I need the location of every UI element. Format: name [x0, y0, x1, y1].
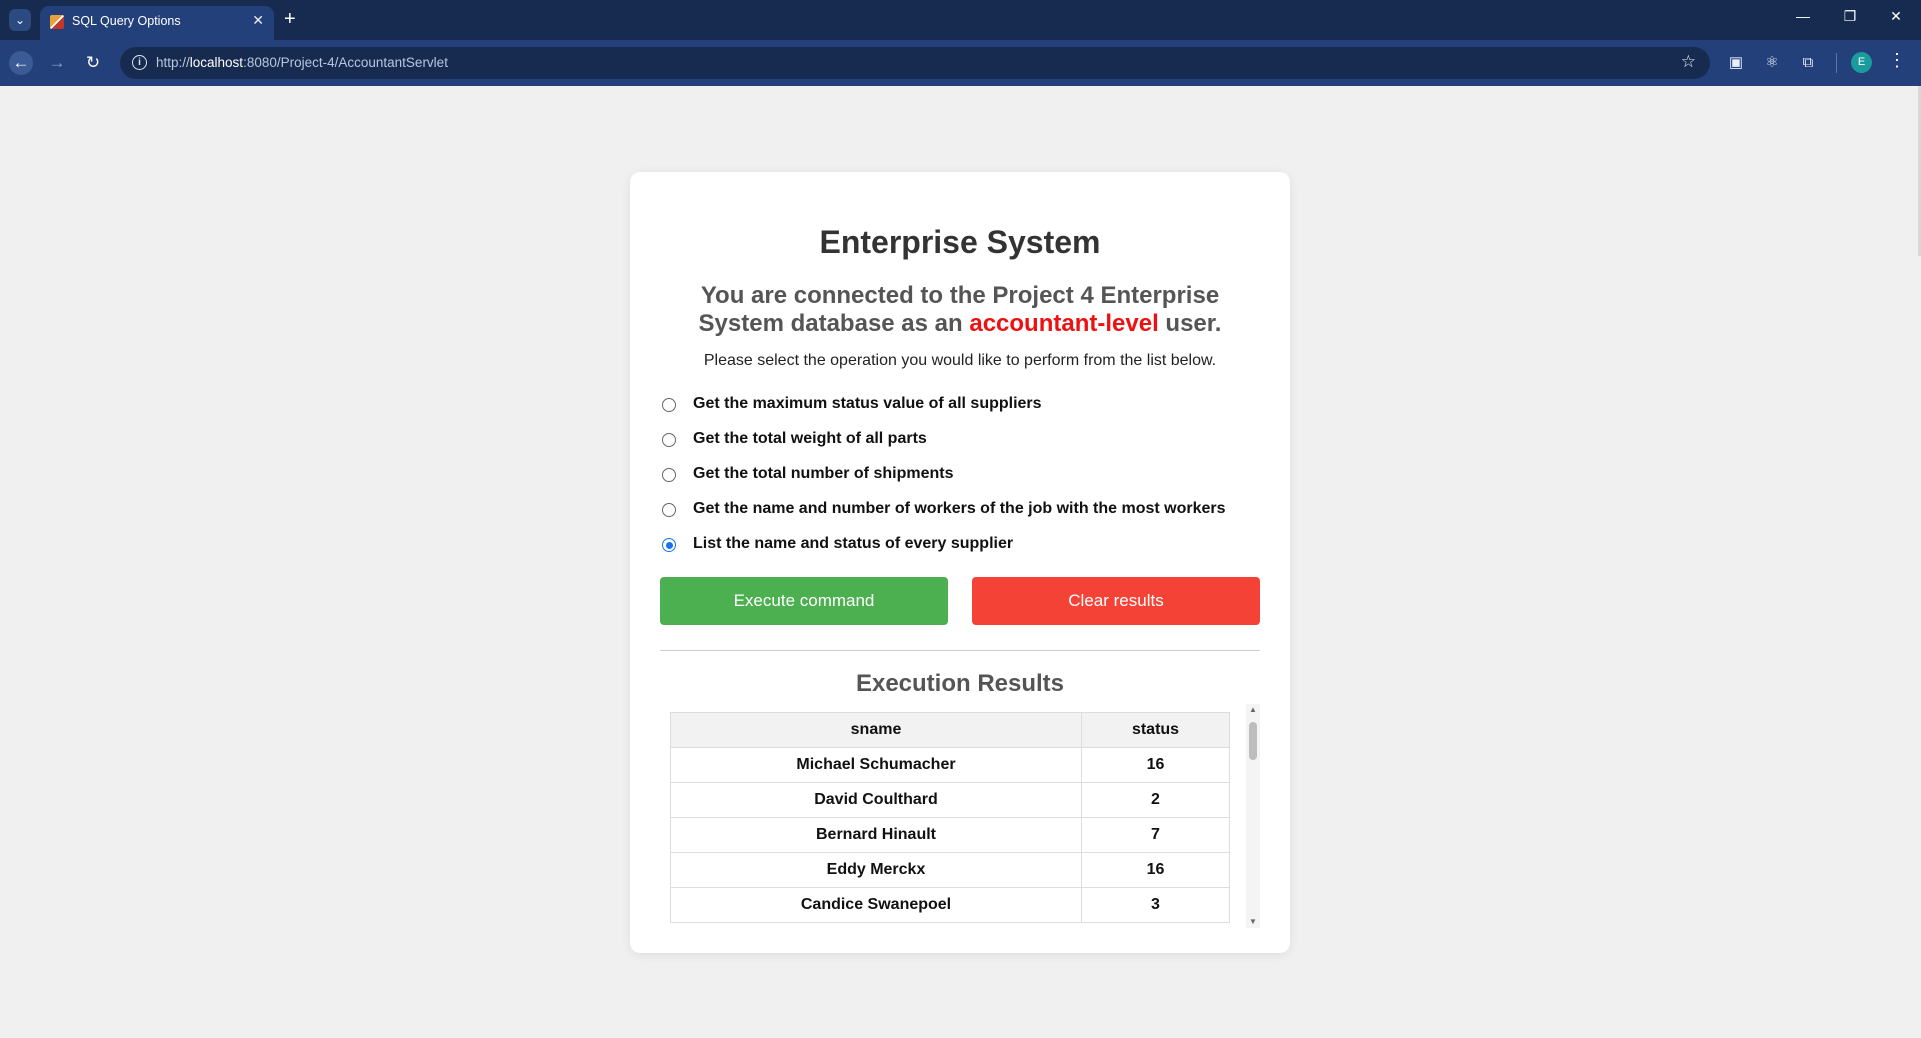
tab-active[interactable]: SQL Query Options ✕ — [40, 6, 274, 40]
page-title: Enterprise System — [819, 224, 1101, 260]
table-row: Candice Swanepoel 3 — [670, 887, 1230, 923]
results-scrollbar[interactable]: ▲ ▼ — [1246, 704, 1260, 928]
radio-button[interactable] — [662, 398, 676, 412]
results-table-container[interactable]: sname status Michael Schumacher 16 David… — [670, 712, 1230, 927]
toolbar-divider — [1836, 53, 1837, 73]
tab-search-icon[interactable]: ⌄ — [9, 9, 31, 31]
cell-status: 3 — [1081, 887, 1230, 923]
option-label[interactable]: Get the maximum status value of all supp… — [693, 395, 1042, 413]
browser-menu-icon[interactable]: ⋮ — [1888, 50, 1906, 71]
execute-command-button[interactable]: Execute command — [660, 577, 948, 625]
divider — [660, 650, 1260, 651]
table-row: Michael Schumacher 16 — [670, 747, 1230, 783]
instructions: Please select the operation you would li… — [703, 352, 1217, 369]
close-window-icon[interactable]: ✕ — [1884, 8, 1908, 25]
reload-icon[interactable]: ↻ — [81, 51, 105, 75]
table-row: David Coulthard 2 — [670, 782, 1230, 818]
tab-title: SQL Query Options — [72, 14, 181, 28]
cell-status: 16 — [1081, 852, 1230, 888]
option-total-shipments[interactable]: Get the total number of shipments — [662, 464, 1282, 488]
scroll-up-arrow-icon[interactable]: ▲ — [1246, 704, 1260, 716]
profile-avatar[interactable]: E — [1851, 52, 1872, 73]
option-label[interactable]: Get the name and number of workers of th… — [693, 500, 1226, 518]
clear-results-button[interactable]: Clear results — [972, 577, 1260, 625]
option-total-weight[interactable]: Get the total weight of all parts — [662, 429, 1282, 453]
tab-strip: ⌄ SQL Query Options ✕ + — ❐ ✕ — [0, 0, 1921, 40]
extensions-puzzle-icon[interactable]: ⧉ — [1796, 51, 1820, 75]
cell-status: 16 — [1081, 747, 1230, 783]
cell-status: 2 — [1081, 782, 1230, 818]
new-tab-icon[interactable]: + — [284, 7, 296, 31]
radio-button[interactable] — [662, 503, 676, 517]
favicon-icon — [50, 15, 64, 29]
option-label[interactable]: Get the total number of shipments — [693, 465, 953, 483]
results-title: Execution Results — [855, 670, 1065, 697]
cell-sname: Michael Schumacher — [670, 747, 1082, 783]
table-row: Eddy Merckx 16 — [670, 852, 1230, 888]
connection-status: You are connected to the Project 4 Enter… — [698, 282, 1222, 337]
url-text: http://localhost:8080/Project-4/Accounta… — [156, 55, 448, 70]
restore-icon[interactable]: ❐ — [1838, 8, 1862, 25]
column-header-status: status — [1081, 712, 1230, 748]
browser-toolbar: ← → ↻ i http://localhost:8080/Project-4/… — [0, 40, 1921, 86]
column-header-sname: sname — [670, 712, 1082, 748]
user-level: accountant-level — [969, 310, 1159, 337]
cell-sname: Eddy Merckx — [670, 852, 1082, 888]
scroll-thumb[interactable] — [1249, 722, 1257, 760]
query-card: Enterprise System You are connected to t… — [630, 172, 1290, 953]
address-bar[interactable]: i http://localhost:8080/Project-4/Accoun… — [120, 47, 1710, 79]
extension-react-icon[interactable]: ⚛ — [1760, 51, 1784, 75]
bookmark-star-icon[interactable]: ☆ — [1681, 52, 1696, 72]
option-label[interactable]: Get the total weight of all parts — [693, 430, 927, 448]
scroll-down-arrow-icon[interactable]: ▼ — [1246, 916, 1260, 928]
cell-status: 7 — [1081, 817, 1230, 853]
table-row: Bernard Hinault 7 — [670, 817, 1230, 853]
option-most-workers[interactable]: Get the name and number of workers of th… — [662, 499, 1282, 523]
radio-button-selected[interactable] — [662, 538, 676, 552]
tab-close-icon[interactable]: ✕ — [252, 12, 264, 29]
option-max-status[interactable]: Get the maximum status value of all supp… — [662, 394, 1282, 418]
table-header-row: sname status — [670, 712, 1230, 748]
extension-translate-icon[interactable]: ▣ — [1724, 51, 1748, 75]
cell-sname: Candice Swanepoel — [670, 887, 1082, 923]
option-label[interactable]: List the name and status of every suppli… — [693, 535, 1013, 553]
results-table: sname status Michael Schumacher 16 David… — [670, 712, 1230, 923]
site-info-icon[interactable]: i — [132, 55, 147, 70]
back-arrow-icon[interactable]: ← — [9, 51, 33, 75]
option-list-suppliers[interactable]: List the name and status of every suppli… — [662, 534, 1282, 558]
radio-button[interactable] — [662, 433, 676, 447]
forward-arrow-icon[interactable]: → — [45, 51, 69, 75]
radio-button[interactable] — [662, 468, 676, 482]
minimize-icon[interactable]: — — [1791, 8, 1815, 24]
cell-sname: David Coulthard — [670, 782, 1082, 818]
cell-sname: Bernard Hinault — [670, 817, 1082, 853]
